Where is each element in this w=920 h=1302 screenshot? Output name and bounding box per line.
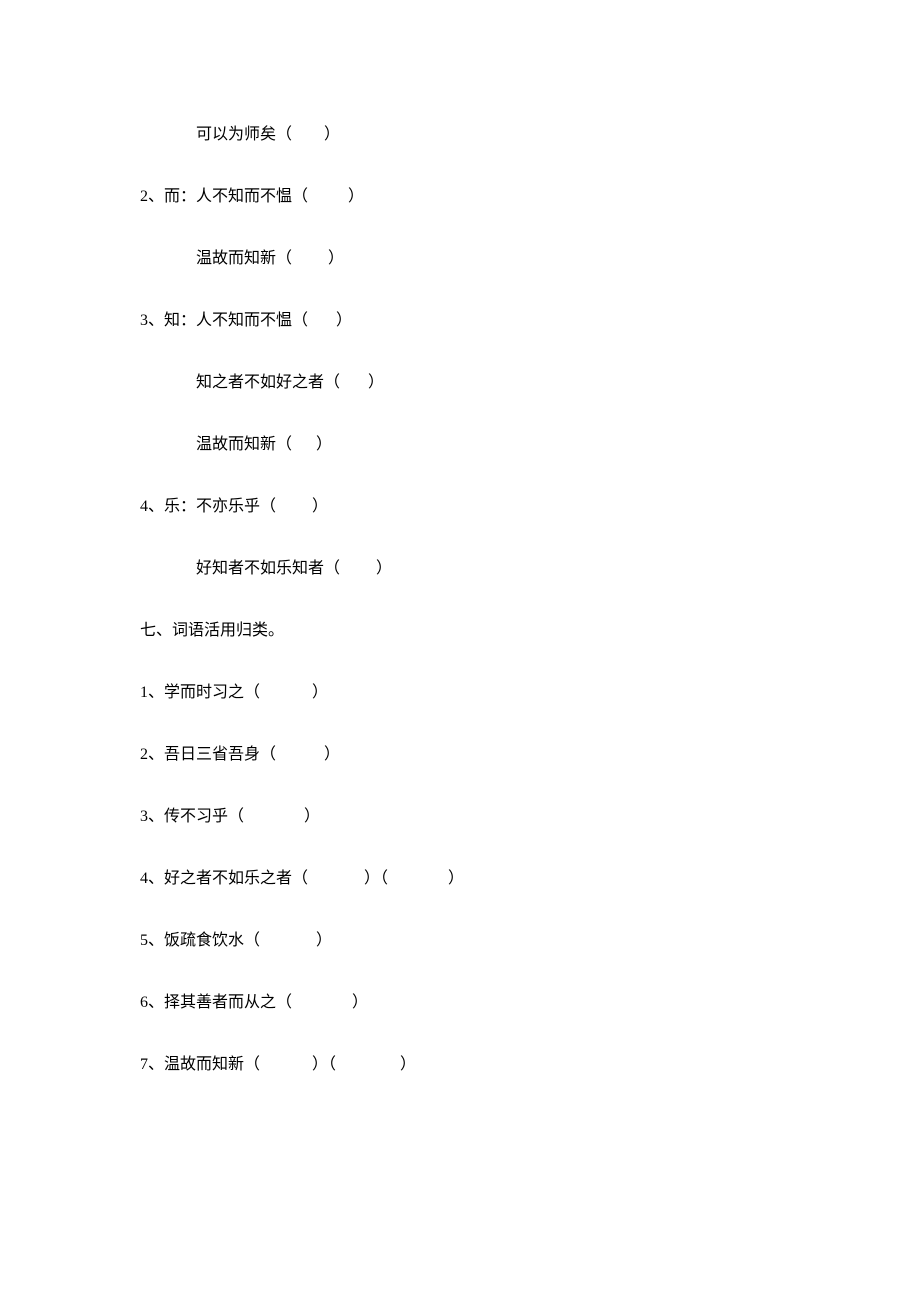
text-line: 4、乐：不亦乐乎（ ） (140, 492, 780, 516)
text-line: 5、饭疏食饮水（ ） (140, 926, 780, 950)
document-page: 可以为师矣（ ） 2、而：人不知而不愠（ ） 温故而知新（ ） 3、知：人不知而… (0, 0, 920, 1074)
text-line: 1、学而时习之（ ） (140, 678, 780, 702)
text-line: 2、吾日三省吾身（ ） (140, 740, 780, 764)
text-line: 2、而：人不知而不愠（ ） (140, 182, 780, 206)
text-line: 温故而知新（ ） (140, 244, 780, 268)
text-line: 3、知：人不知而不愠（ ） (140, 306, 780, 330)
text-line: 6、择其善者而从之（ ） (140, 988, 780, 1012)
text-line: 4、好之者不如乐之者（ ）（ ） (140, 864, 780, 888)
text-line: 知之者不如好之者（ ） (140, 368, 780, 392)
text-line: 可以为师矣（ ） (140, 120, 780, 144)
text-line: 温故而知新（ ） (140, 430, 780, 454)
text-line: 7、温故而知新（ ）（ ） (140, 1050, 780, 1074)
section-heading: 七、词语活用归类。 (140, 616, 780, 640)
text-line: 3、传不习乎（ ） (140, 802, 780, 826)
text-line: 好知者不如乐知者（ ） (140, 554, 780, 578)
